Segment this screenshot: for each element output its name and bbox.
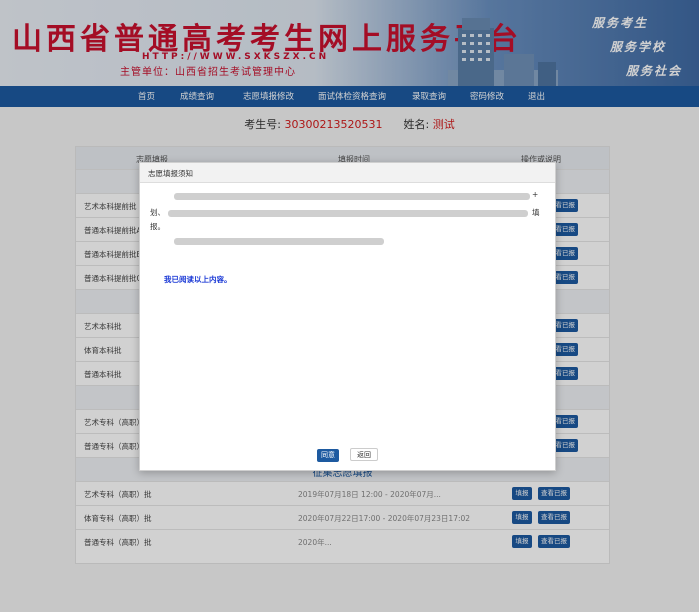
dialog-report: 报。 [150,222,165,231]
acknowledge-text: 我已阅读以上内容。 [164,275,232,284]
agree-button[interactable]: 同意 [316,449,339,462]
dialog-title: 志愿填报须知 [140,163,555,183]
notice-dialog: 志愿填报须知 + 划、 填 报。 我已阅读以上内容。 同意 返回 [139,162,556,471]
dialog-fill: 填 [532,208,540,217]
blurred-text [168,210,528,217]
dialog-plus: + [532,190,539,199]
dialog-body: + 划、 填 报。 我已阅读以上内容。 [140,183,555,443]
back-button[interactable]: 返回 [350,448,379,461]
blurred-text [174,238,384,245]
dialog-dash: 划、 [150,208,165,217]
blurred-text [174,193,530,200]
dialog-footer: 同意 返回 [140,442,555,462]
